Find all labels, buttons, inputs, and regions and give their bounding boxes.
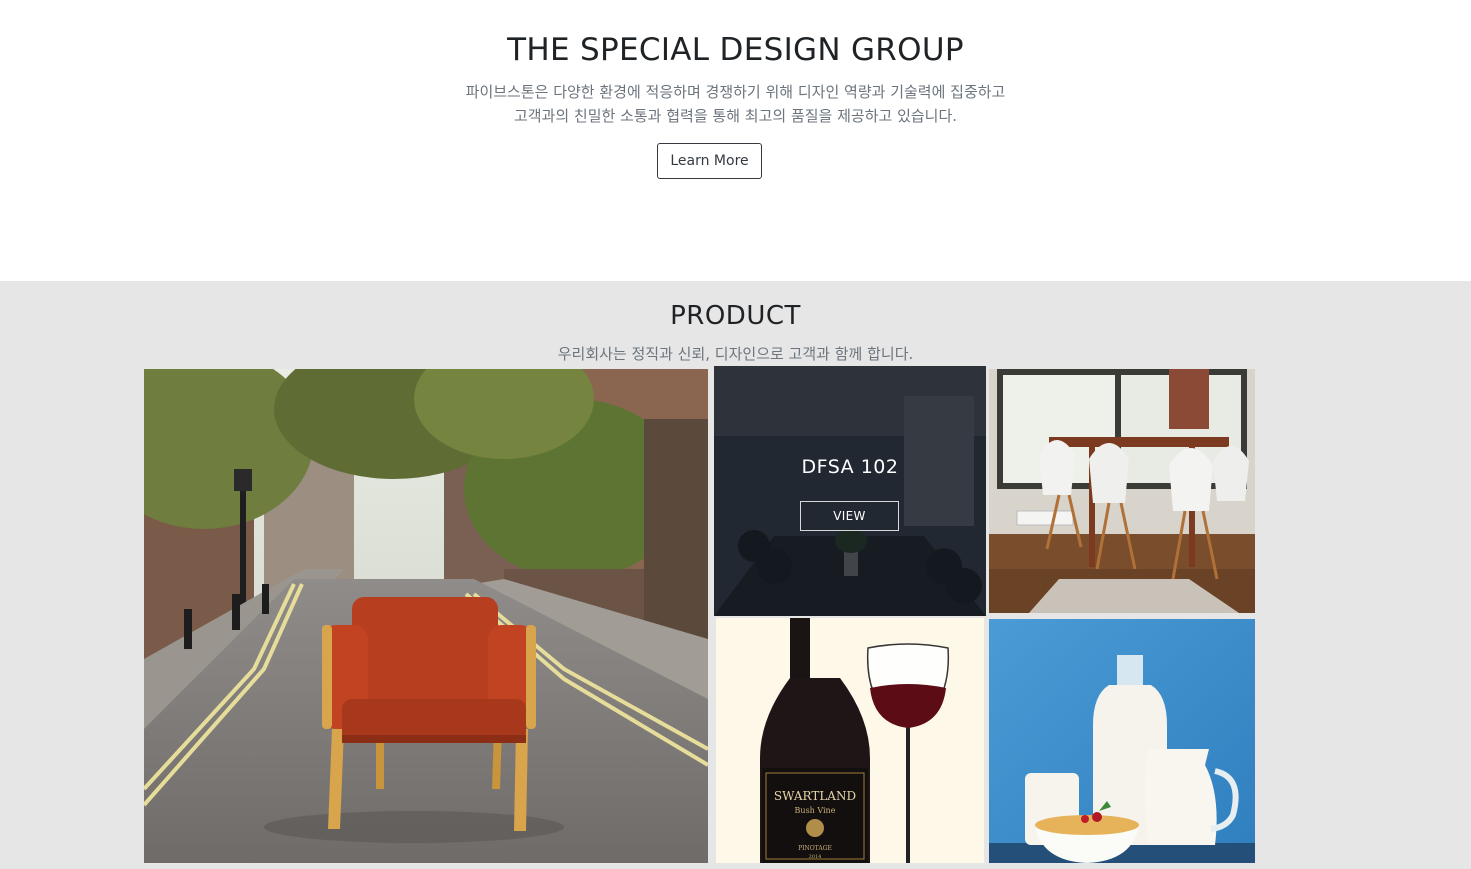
card-overlay [714, 366, 986, 616]
learn-more-button[interactable]: Learn More [657, 143, 762, 179]
product-subtitle: 우리회사는 정직과 신뢰, 디자인으로 고객과 함께 합니다. [557, 345, 914, 363]
wine-line-text: Bush Vine [795, 806, 836, 815]
intro-section: THE SPECIAL DESIGN GROUP 파이브스톤은 다양한 환경에 … [0, 0, 1471, 281]
chair-street-photo [144, 369, 708, 863]
intro-description-line-1: 파이브스톤은 다양한 환경에 적응하며 경쟁하기 위해 디자인 역량과 기술력에… [465, 83, 1006, 101]
product-title: PRODUCT [670, 301, 801, 331]
product-image-chair-street[interactable] [144, 369, 708, 863]
wine-year-text: 2014 [809, 854, 822, 860]
product-name: DFSA 102 [801, 456, 899, 478]
milk-photo [989, 619, 1255, 863]
product-image-wine[interactable]: SWARTLAND Bush Vine PINOTAGE 2014 [716, 618, 984, 863]
product-section: PRODUCT 우리회사는 정직과 신뢰, 디자인으로 고객과 함께 합니다. [0, 281, 1471, 869]
wine-brand-text: SWARTLAND [774, 789, 856, 803]
product-card-dfsa-102[interactable]: DFSA 102 VIEW [714, 366, 986, 616]
intro-description-line-2: 고객과의 친밀한 소통과 협력을 통해 최고의 품질을 제공하고 있습니다. [513, 107, 958, 125]
product-image-milk[interactable] [989, 619, 1255, 863]
view-button[interactable]: VIEW [800, 501, 899, 531]
wine-variety-text: PINOTAGE [798, 845, 832, 852]
wine-photo: SWARTLAND Bush Vine PINOTAGE 2014 [716, 618, 984, 863]
intro-description: 파이브스톤은 다양한 환경에 적응하며 경쟁하기 위해 디자인 역량과 기술력에… [0, 80, 1471, 128]
intro-title: THE SPECIAL DESIGN GROUP [507, 32, 964, 68]
product-image-dining-room[interactable] [989, 369, 1255, 613]
dining-room-photo [989, 369, 1255, 613]
